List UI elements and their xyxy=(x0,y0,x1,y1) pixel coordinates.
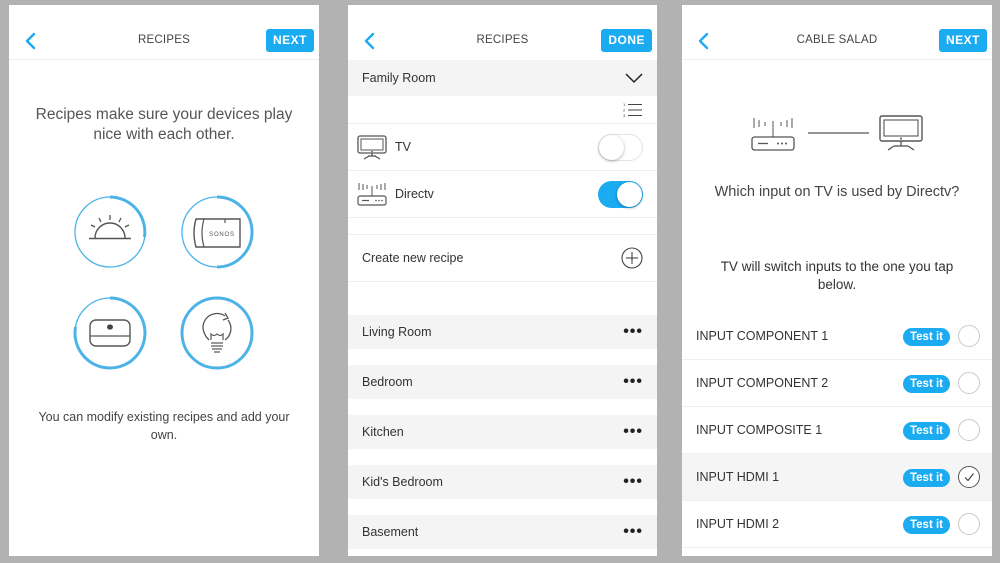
more-options-icon[interactable]: ••• xyxy=(623,424,643,440)
room-row[interactable]: Living Room ••• xyxy=(348,315,657,349)
reorder-row: 1 2 3 xyxy=(348,96,657,124)
room-name: Living Room xyxy=(362,325,432,339)
input-option-row[interactable]: INPUT HDMI 2 Test it xyxy=(682,501,992,548)
svg-text:2: 2 xyxy=(623,107,626,112)
input-radio[interactable] xyxy=(958,419,980,441)
device-toggle-directv[interactable] xyxy=(598,180,643,208)
more-options-icon[interactable]: ••• xyxy=(623,474,643,490)
header: RECIPES DONE xyxy=(348,5,657,60)
input-option-row-selected[interactable]: INPUT HDMI 1 Test it xyxy=(682,454,992,501)
device-row: TV xyxy=(348,124,657,171)
question-text: Which input on TV is used by Directv? xyxy=(714,184,960,200)
input-radio[interactable] xyxy=(958,325,980,347)
input-name: INPUT COMPONENT 1 xyxy=(696,329,829,343)
more-options-icon[interactable]: ••• xyxy=(623,374,643,390)
cable-box-icon xyxy=(357,183,387,206)
input-option-row[interactable]: INPUT COMPONENT 1 Test it xyxy=(682,313,992,360)
room-row[interactable]: Basement ••• xyxy=(348,515,657,549)
tv-icon xyxy=(357,135,387,160)
recipes-intro-screen: RECIPES NEXT Recipes make sure your devi… xyxy=(9,5,319,556)
sunrise-icon[interactable] xyxy=(73,195,147,269)
chevron-down-icon[interactable] xyxy=(625,72,643,84)
room-row[interactable]: Kid's Bedroom ••• xyxy=(348,465,657,499)
spacer xyxy=(348,218,657,235)
next-button[interactable]: NEXT xyxy=(938,29,987,52)
room-name: Family Room xyxy=(362,71,436,85)
chevron-left-icon[interactable] xyxy=(23,31,39,51)
input-name: INPUT HDMI 1 xyxy=(696,470,780,484)
footer-text: You can modify existing recipes and add … xyxy=(38,410,290,442)
device-name: TV xyxy=(395,140,411,154)
more-options-icon[interactable]: ••• xyxy=(623,324,643,340)
smart-bulb-icon[interactable] xyxy=(180,296,254,370)
checkmark-icon xyxy=(964,473,974,482)
input-radio-checked[interactable] xyxy=(958,466,980,488)
input-option-row[interactable]: INPUT COMPONENT 2 Test it xyxy=(682,360,992,407)
hint-text: TV will switch inputs to the one you tap… xyxy=(720,259,954,292)
intro-text: Recipes make sure your devices play nice… xyxy=(35,106,293,143)
test-it-button[interactable]: Test it xyxy=(902,422,950,440)
test-it-button[interactable]: Test it xyxy=(902,516,950,534)
chevron-left-icon[interactable] xyxy=(362,31,378,51)
header: RECIPES NEXT xyxy=(9,5,319,60)
room-header-family-room[interactable]: Family Room xyxy=(348,60,657,96)
svg-text:SONOS: SONOS xyxy=(209,232,235,238)
done-button[interactable]: DONE xyxy=(601,29,652,52)
room-row[interactable]: Kitchen ••• xyxy=(348,415,657,449)
input-name: INPUT HDMI 2 xyxy=(696,517,780,531)
input-radio[interactable] xyxy=(958,372,980,394)
room-name: Kitchen xyxy=(362,425,404,439)
room-name: Kid's Bedroom xyxy=(362,475,443,489)
apple-tv-icon[interactable] xyxy=(73,296,147,370)
test-it-button[interactable]: Test it xyxy=(902,375,950,393)
chevron-left-icon[interactable] xyxy=(696,31,712,51)
test-it-button[interactable]: Test it xyxy=(902,469,950,487)
room-name: Bedroom xyxy=(362,375,413,389)
room-name: Basement xyxy=(362,525,419,539)
cable-box-icon xyxy=(751,118,795,151)
room-row[interactable]: Bedroom ••• xyxy=(348,365,657,399)
tv-icon xyxy=(879,115,923,151)
numbered-list-icon[interactable]: 1 2 3 xyxy=(623,102,643,118)
connection-diagram xyxy=(751,115,923,151)
test-it-button[interactable]: Test it xyxy=(902,328,950,346)
next-button[interactable]: NEXT xyxy=(265,29,314,52)
create-recipe-row[interactable]: Create new recipe xyxy=(348,235,657,282)
more-options-icon[interactable]: ••• xyxy=(623,524,643,540)
input-option-row[interactable]: INPUT COMPOSITE 1 Test it xyxy=(682,407,992,454)
svg-text:3: 3 xyxy=(623,113,626,118)
create-recipe-label: Create new recipe xyxy=(362,251,464,265)
recipes-list-screen: RECIPES DONE Family Room 1 2 3 TV Direct… xyxy=(348,5,657,556)
device-name: Directv xyxy=(395,187,434,201)
device-toggle-tv[interactable] xyxy=(598,133,643,161)
plus-circle-icon[interactable] xyxy=(621,247,643,269)
device-row: Directv xyxy=(348,171,657,218)
header: CABLE SALAD NEXT xyxy=(682,5,992,60)
input-select-screen: CABLE SALAD NEXT Which input on TV is us… xyxy=(682,5,992,556)
input-radio[interactable] xyxy=(958,513,980,535)
input-name: INPUT COMPONENT 2 xyxy=(696,376,829,390)
sonos-speaker-icon[interactable]: SONOS xyxy=(180,195,254,269)
svg-text:1: 1 xyxy=(623,102,626,107)
input-name: INPUT COMPOSITE 1 xyxy=(696,423,823,437)
